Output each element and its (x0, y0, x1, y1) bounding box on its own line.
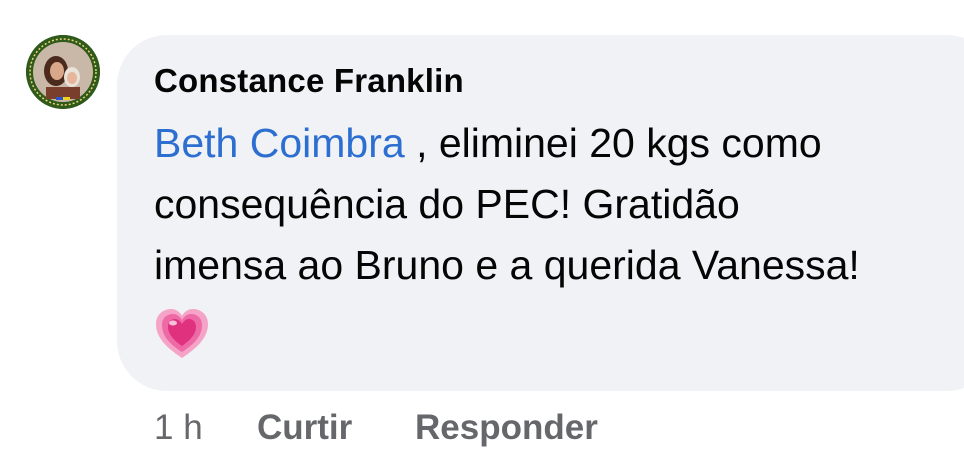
comment-line-2: consequência do PEC! Gratidão (154, 181, 740, 227)
avatar-photo-icon (26, 35, 100, 109)
comment-text: Beth Coimbra , eliminei 20 kgs como cons… (154, 113, 954, 296)
comment-line-1: Beth Coimbra , eliminei 20 kgs como (154, 113, 954, 174)
avatar[interactable] (26, 35, 100, 109)
mention-link[interactable]: Beth Coimbra (154, 120, 405, 166)
sparkling-heart-emoji-icon (154, 306, 210, 362)
comment-timestamp[interactable]: 1 h (154, 408, 203, 448)
reply-button[interactable]: Responder (415, 408, 598, 448)
comment-line-1-text: , eliminei 20 kgs como (404, 120, 822, 166)
comment-author[interactable]: Constance Franklin (154, 62, 464, 100)
comment-line-3: imensa ao Bruno e a querida Vanessa! (154, 242, 860, 288)
like-button[interactable]: Curtir (257, 408, 352, 448)
